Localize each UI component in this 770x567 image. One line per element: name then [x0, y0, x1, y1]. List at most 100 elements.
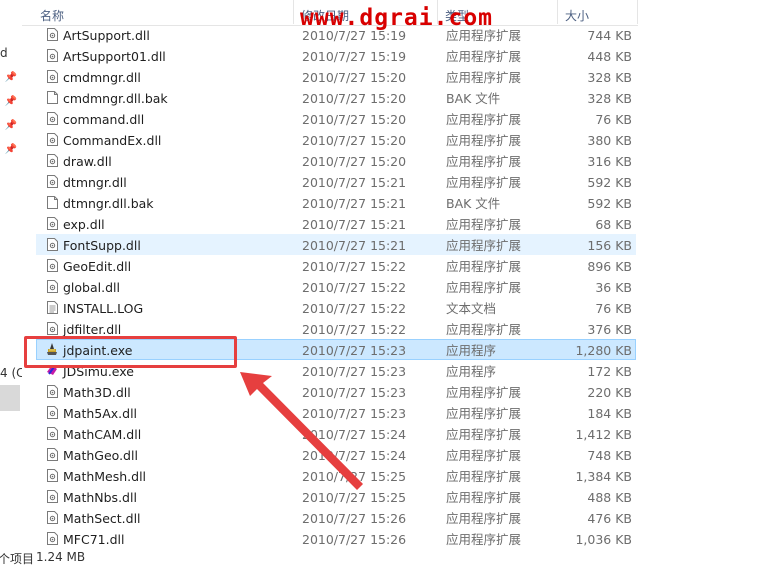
file-type: 应用程序扩展 [446, 427, 522, 442]
column-divider[interactable] [293, 0, 294, 24]
file-name: jdfilter.dll [63, 322, 122, 337]
file-name: MathGeo.dll [63, 448, 138, 463]
column-divider[interactable] [637, 0, 638, 24]
file-type: 应用程序扩展 [446, 133, 522, 148]
file-type: 应用程序扩展 [446, 238, 522, 253]
file-row[interactable]: MathCAM.dll 2010/7/27 15:24 应用程序扩展 1,412 KB [36, 423, 636, 444]
file-name: global.dll [63, 280, 120, 295]
pin-icon[interactable]: 📌 [4, 144, 18, 155]
file-date: 2010/7/27 15:20 [302, 91, 407, 106]
file-size: 476 KB [587, 511, 632, 526]
file-date: 2010/7/27 15:21 [302, 175, 407, 190]
file-type: 应用程序扩展 [446, 49, 522, 64]
file-name: GeoEdit.dll [63, 259, 132, 274]
column-header-size[interactable]: 大小 [565, 7, 589, 24]
file-name: INSTALL.LOG [63, 301, 144, 316]
file-name: MathCAM.dll [63, 427, 142, 442]
file-date: 2010/7/27 15:25 [302, 469, 407, 484]
file-date: 2010/7/27 15:26 [302, 511, 407, 526]
file-name: ArtSupport.dll [63, 28, 150, 43]
file-date: 2010/7/27 15:22 [302, 259, 407, 274]
status-selected-size: 1.24 MB [36, 550, 86, 564]
file-date: 2010/7/27 15:22 [302, 322, 407, 337]
file-name: MathSect.dll [63, 511, 141, 526]
file-name: command.dll [63, 112, 145, 127]
file-date: 2010/7/27 15:26 [302, 532, 407, 547]
file-name: dtmngr.dll.bak [63, 196, 154, 211]
file-size: 592 KB [587, 175, 632, 190]
file-size: 68 KB [595, 217, 632, 232]
file-row[interactable]: exp.dll 2010/7/27 15:21 应用程序扩展 68 KB [36, 213, 636, 234]
file-name: jdpaint.exe [63, 343, 133, 358]
pin-icon[interactable]: 📌 [4, 96, 18, 107]
file-date: 2010/7/27 15:19 [302, 28, 407, 43]
file-row[interactable]: MathMesh.dll 2010/7/27 15:25 应用程序扩展 1,384 K… [36, 465, 636, 486]
file-date: 2010/7/27 15:24 [302, 427, 407, 442]
file-name: CommandEx.dll [63, 133, 162, 148]
file-size: 316 KB [587, 154, 632, 169]
column-header-name[interactable]: 名称 [40, 7, 64, 24]
file-date: 2010/7/27 15:23 [302, 406, 407, 421]
file-name: exp.dll [63, 217, 105, 232]
file-size: 744 KB [587, 28, 632, 43]
navigation-pane: d 📌 📌 📌 📌 4 (C [0, 0, 22, 566]
file-size: 896 KB [587, 259, 632, 274]
file-row[interactable]: dtmngr.dll.bak 2010/7/27 15:21 BAK 文件 592 K… [36, 192, 636, 213]
status-item-count: 个项目 [0, 552, 35, 566]
nav-pane-selected-item[interactable] [0, 385, 20, 411]
file-row[interactable]: global.dll 2010/7/27 15:22 应用程序扩展 36 KB [36, 276, 636, 297]
file-size: 376 KB [587, 322, 632, 337]
file-size: 76 KB [595, 301, 632, 316]
file-date: 2010/7/27 15:25 [302, 490, 407, 505]
nav-pane-drive-fragment[interactable]: 4 (C [0, 366, 22, 380]
file-type: 应用程序扩展 [446, 280, 522, 295]
file-row[interactable]: FontSupp.dll 2010/7/27 15:21 应用程序扩展 156 KB [36, 234, 636, 255]
file-type: 应用程序 [446, 364, 497, 379]
file-size: 156 KB [587, 238, 632, 253]
file-row[interactable]: INSTALL.LOG 2010/7/27 15:22 文本文档 76 KB [36, 297, 636, 318]
file-row[interactable]: MathNbs.dll 2010/7/27 15:25 应用程序扩展 488 KB [36, 486, 636, 507]
file-row[interactable]: MathGeo.dll 2010/7/27 15:24 应用程序扩展 748 KB [36, 444, 636, 465]
file-name: JDSimu.exe [63, 364, 134, 379]
file-date: 2010/7/27 15:21 [302, 196, 407, 211]
file-type: BAK 文件 [446, 91, 501, 106]
file-row[interactable]: Math5Ax.dll 2010/7/27 15:23 应用程序扩展 184 KB [36, 402, 636, 423]
file-row[interactable]: JDSimu.exe 2010/7/27 15:23 应用程序 172 KB [36, 360, 636, 381]
file-size: 1,384 KB [575, 469, 632, 484]
file-row[interactable]: command.dll 2010/7/27 15:20 应用程序扩展 76 KB [36, 108, 636, 129]
pin-icon[interactable]: 📌 [4, 120, 18, 131]
file-row[interactable]: jdpaint.exe 2010/7/27 15:23 应用程序 1,280 KB [36, 339, 636, 360]
file-date: 2010/7/27 15:19 [302, 49, 407, 64]
file-date: 2010/7/27 15:22 [302, 280, 407, 295]
file-type: 应用程序扩展 [446, 154, 522, 169]
file-type: 应用程序扩展 [446, 112, 522, 127]
file-row[interactable]: ArtSupport01.dll 2010/7/27 15:19 应用程序扩展 448… [36, 45, 636, 66]
file-type: 应用程序扩展 [446, 385, 522, 400]
file-row[interactable]: MFC71.dll 2010/7/27 15:26 应用程序扩展 1,036 KB [36, 528, 636, 549]
file-row[interactable]: jdfilter.dll 2010/7/27 15:22 应用程序扩展 376 KB [36, 318, 636, 339]
column-divider[interactable] [557, 0, 558, 24]
file-name: FontSupp.dll [63, 238, 141, 253]
file-row[interactable]: cmdmngr.dll.bak 2010/7/27 15:20 BAK 文件 328 … [36, 87, 636, 108]
pin-icon[interactable]: 📌 [4, 72, 18, 83]
file-name: draw.dll [63, 154, 112, 169]
file-row[interactable]: dtmngr.dll 2010/7/27 15:21 应用程序扩展 592 KB [36, 171, 636, 192]
file-date: 2010/7/27 15:20 [302, 112, 407, 127]
file-type: 应用程序扩展 [446, 259, 522, 274]
file-row[interactable]: draw.dll 2010/7/27 15:20 应用程序扩展 316 KB [36, 150, 636, 171]
file-size: 488 KB [587, 490, 632, 505]
file-type: 应用程序扩展 [446, 511, 522, 526]
file-type: 应用程序扩展 [446, 217, 522, 232]
file-size: 1,036 KB [575, 532, 632, 547]
file-row[interactable]: CommandEx.dll 2010/7/27 15:20 应用程序扩展 380 KB [36, 129, 636, 150]
file-size: 36 KB [595, 280, 632, 295]
file-date: 2010/7/27 15:20 [302, 133, 407, 148]
file-name: cmdmngr.dll.bak [63, 91, 168, 106]
file-row[interactable]: Math3D.dll 2010/7/27 15:23 应用程序扩展 220 KB [36, 381, 636, 402]
file-name: cmdmngr.dll [63, 70, 141, 85]
file-row[interactable]: cmdmngr.dll 2010/7/27 15:20 应用程序扩展 328 KB [36, 66, 636, 87]
file-size: 328 KB [587, 91, 632, 106]
file-row[interactable]: ArtSupport.dll 2010/7/27 15:19 应用程序扩展 744 K… [36, 24, 636, 45]
file-row[interactable]: GeoEdit.dll 2010/7/27 15:22 应用程序扩展 896 KB [36, 255, 636, 276]
file-row[interactable]: MathSect.dll 2010/7/27 15:26 应用程序扩展 476 KB [36, 507, 636, 528]
